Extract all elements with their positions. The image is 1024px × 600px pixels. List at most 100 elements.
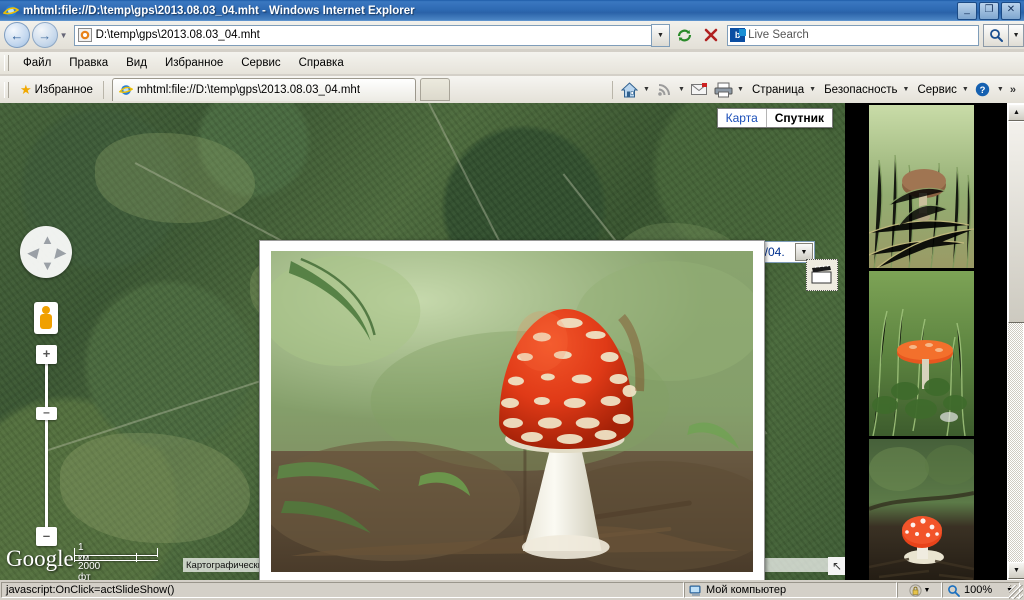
internet-explorer-icon [2,3,20,19]
page-favicon-icon [77,28,92,42]
menu-item-favorites[interactable]: Избранное [156,55,232,71]
refresh-icon[interactable] [673,24,696,46]
protected-mode-cell[interactable]: ▼ [897,582,942,598]
help-dropdown-icon[interactable]: ▼ [995,79,1006,101]
favorites-and-tab-bar: ★ Избранное mhtml:file://D:\temp\gps\201… [0,76,1024,104]
address-dropdown-button[interactable]: ▼ [650,23,671,47]
map-type-control: Карта Спутник [716,108,833,128]
address-text: D:\temp\gps\2013.08.03_04.mht [95,29,260,41]
address-input[interactable]: D:\temp\gps\2013.08.03_04.mht [73,24,651,46]
scale-cap-right [157,548,158,557]
favorites-label[interactable]: Избранное [35,84,93,96]
my-computer-icon [689,584,702,597]
map-pan-control[interactable]: ▲ ▼ ◀ ▶ [20,226,72,278]
menu-item-help[interactable]: Справка [290,55,353,71]
menu-item-file[interactable]: Файл [14,55,60,71]
thumbnail-item[interactable] [869,105,974,268]
scrollbar-thumb[interactable] [1008,121,1024,323]
thumbnail-item[interactable] [869,439,974,580]
lock-icon [908,583,922,597]
forward-button[interactable]: → [31,22,58,48]
page-dropdown-icon[interactable]: ▼ [807,79,818,101]
resize-grip[interactable] [1009,585,1023,599]
title-bar: mhtml:file://D:\temp\gps\2013.08.03_04.m… [0,0,1024,21]
photo-overlay[interactable] [259,240,765,580]
pan-up-icon[interactable]: ▲ [41,233,54,246]
menu-bar: Файл Правка Вид Избранное Сервис Справка [0,52,1024,74]
home-icon[interactable] [617,79,641,101]
ie-window: mhtml:file://D:\temp\gps\2013.08.03_04.m… [0,0,1024,600]
address-bar: ← → ▼ D:\temp\gps\2013.08.03_04.mht ▼ b … [0,21,1024,49]
restore-button[interactable]: ❐ [979,2,999,20]
search-input[interactable]: b Live Search [727,24,980,46]
zoom-slider-track[interactable] [45,347,48,546]
menu-item-edit[interactable]: Правка [60,55,117,71]
page-menu-label[interactable]: Страница [746,84,807,96]
security-dropdown-icon[interactable]: ▼ [900,79,911,101]
history-dropdown-icon[interactable]: ▼ [58,23,70,47]
menu-grip[interactable] [4,55,9,71]
tab-title: mhtml:file://D:\temp\gps\2013.08.03_04.m… [136,84,361,96]
security-menu-label[interactable]: Безопасность [818,84,900,96]
favorites-star-icon[interactable]: ★ [20,83,32,96]
photo-thumbnail-panel: ▲ ▼ [845,103,1024,580]
feeds-dropdown-icon[interactable]: ▼ [676,79,687,101]
back-button[interactable]: ← [4,22,30,48]
search-button[interactable] [983,23,1010,47]
new-tab-button[interactable] [419,78,450,101]
pan-right-icon[interactable]: ▶ [55,246,65,259]
window-controls: _ ❐ ✕ [957,2,1021,20]
feeds-icon [652,79,676,101]
search-dropdown-button[interactable]: ▼ [1009,23,1024,47]
minimize-button[interactable]: _ [957,2,977,20]
menu-item-tools[interactable]: Сервис [232,55,289,71]
google-logo: Google [6,546,74,571]
help-icon[interactable]: ? [971,79,995,101]
favbar-grip[interactable] [4,81,9,98]
protected-mode-dropdown-icon[interactable]: ▼ [924,587,931,594]
pan-down-icon[interactable]: ▼ [41,259,54,272]
scale-imperial-label: 2000 фт [78,561,101,580]
zoom-out-button[interactable]: – [36,527,57,546]
zoom-magnifier-icon [947,584,960,597]
browser-tab[interactable]: mhtml:file://D:\temp\gps\2013.08.03_04.m… [111,78,416,101]
status-text: javascript:OnClick=actSlideShow() [1,582,684,598]
close-button[interactable]: ✕ [1001,2,1021,20]
thumbnail-item[interactable] [869,271,974,436]
zoom-level-label: 100% [964,584,993,596]
tab-internet-explorer-icon [118,83,134,97]
scale-cap-right [136,553,137,562]
thumbnail-scrollbar[interactable]: ▲ ▼ [1007,103,1024,580]
slideshow-button[interactable] [806,259,838,291]
pan-left-icon[interactable]: ◀ [27,246,37,259]
command-bar-separator [612,80,613,99]
scroll-down-button[interactable]: ▼ [1008,562,1024,579]
home-dropdown-icon[interactable]: ▼ [641,79,652,101]
tools-dropdown-icon[interactable]: ▼ [960,79,971,101]
print-dropdown-icon[interactable]: ▼ [735,79,746,101]
photo-image [271,251,753,572]
security-zone[interactable]: Мой компьютер [684,582,897,598]
page-content: Карагайский ▲ ▼ ◀ ▶ + – – Карта Спутник … [0,103,1024,580]
mail-icon[interactable] [687,79,711,101]
map-type-button-sputnik[interactable]: Спутник [765,109,832,127]
scale-cap-left [74,553,75,562]
zoom-in-button[interactable]: + [36,345,57,364]
window-title: mhtml:file://D:\temp\gps\2013.08.03_04.m… [23,4,415,17]
street-view-pegman-icon[interactable] [34,302,58,334]
live-search-logo-icon: b [730,28,747,42]
scroll-up-button[interactable]: ▲ [1008,104,1024,121]
favbar-separator [102,80,104,99]
overflow-chevron-icon[interactable]: » [1006,84,1020,96]
clapperboard-icon [811,265,832,284]
stop-icon[interactable] [699,24,722,46]
menu-item-view[interactable]: Вид [117,55,156,71]
map-type-button-karta[interactable]: Карта [718,109,766,127]
zoom-slider-thumb[interactable]: – [36,406,57,420]
tools-menu-label[interactable]: Сервис [911,84,959,96]
map-resize-handle[interactable]: ↖ [828,557,845,575]
google-map[interactable]: Карагайский ▲ ▼ ◀ ▶ + – – Карта Спутник … [0,103,845,580]
command-bar: ▼ ▼ ▼ Страница ▼ Безопасность ▼ Сервис ▼… [608,76,1024,103]
print-icon[interactable] [711,79,735,101]
status-bar: javascript:OnClick=actSlideShow() Мой ко… [0,580,1024,600]
